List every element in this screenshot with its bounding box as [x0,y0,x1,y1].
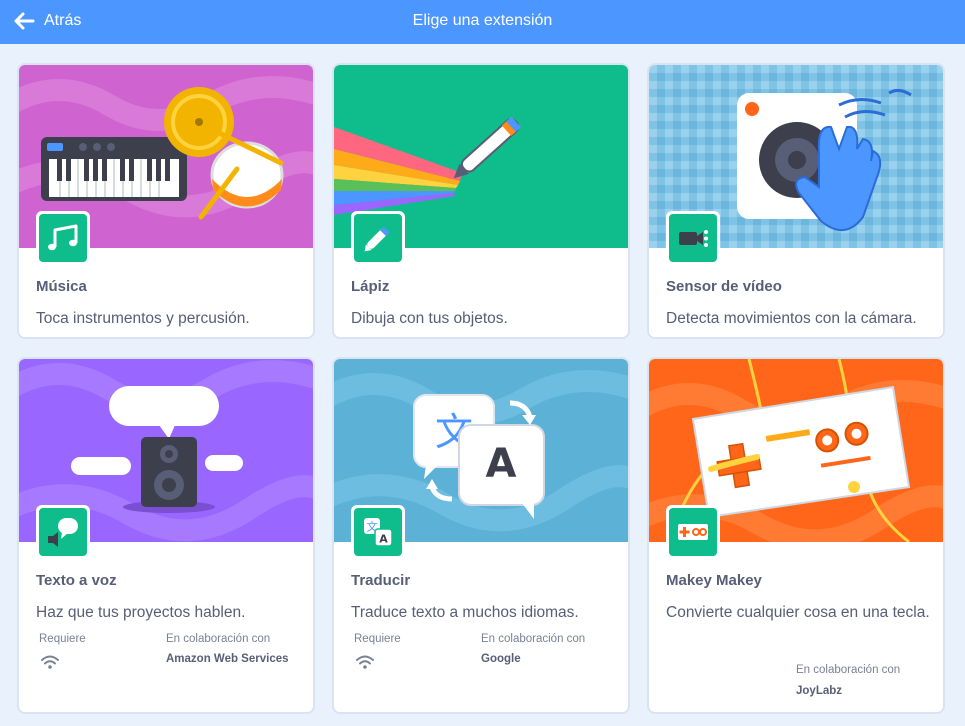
extension-icon-frame [666,505,720,559]
extension-card-video-sensing[interactable]: Sensor de vídeo Detecta movimientos con … [647,63,945,339]
svg-text:A: A [379,533,388,546]
extension-description: Dibuja con tus objetos. [351,310,508,327]
wifi-icon [356,655,374,669]
pen-icon [364,226,390,252]
extension-description: Detecta movimientos con la cámara. [666,310,917,327]
extension-icon-frame [666,211,720,265]
extension-icon-frame [36,505,90,559]
extension-name: Lápiz [351,278,390,295]
collaborator-name: Amazon Web Services [166,653,289,665]
wifi-icon [41,655,59,669]
video-camera-icon [679,230,708,247]
collaboration-label: En colaboración con [481,633,586,645]
extension-card-translate[interactable]: 文 A 文 A Traducir Traduce texto a muchos … [332,357,630,714]
extension-name: Makey Makey [666,572,762,589]
extension-name: Texto a voz [36,572,117,589]
speech-bubble-icon [48,518,78,547]
requires-label: Requiere [354,633,401,645]
extension-name: Traducir [351,572,411,589]
extension-description: Haz que tus proyectos hablen. [36,604,246,621]
requires-label: Requiere [39,633,86,645]
extension-name: Sensor de vídeo [666,278,782,295]
music-notes-icon [48,224,78,251]
extension-card-pen[interactable]: Lápiz Dibuja con tus objetos. [332,63,630,339]
page-title: Elige una extensión [412,12,553,29]
svg-text:A: A [486,441,517,487]
header-bar: Atrás Elige una extensión [0,0,965,44]
extension-icon-frame [351,211,405,265]
collaborator-name: JoyLabz [796,685,843,697]
extension-icon-frame [36,211,90,265]
collaboration-label: En colaboración con [166,633,271,645]
extension-description: Convierte cualquier cosa en una tecla. [666,604,930,621]
collaborator-name: Google [481,653,521,665]
extension-card-makey-makey[interactable]: Makey Makey Convierte cualquier cosa en … [647,357,945,714]
extension-card-text-to-speech[interactable]: Texto a voz Haz que tus proyectos hablen… [17,357,315,714]
extension-description: Toca instrumentos y percusión. [36,310,250,327]
translate-icon: 文 A [364,518,393,547]
extension-description: Traduce texto a muchos idiomas. [351,604,579,621]
extension-card-music[interactable]: Música Toca instrumentos y percusión. [17,63,315,339]
extension-icon-frame: 文 A [351,505,405,559]
makey-makey-icon [678,524,708,540]
collaboration-label: En colaboración con [796,664,901,676]
extension-name: Música [36,278,87,295]
